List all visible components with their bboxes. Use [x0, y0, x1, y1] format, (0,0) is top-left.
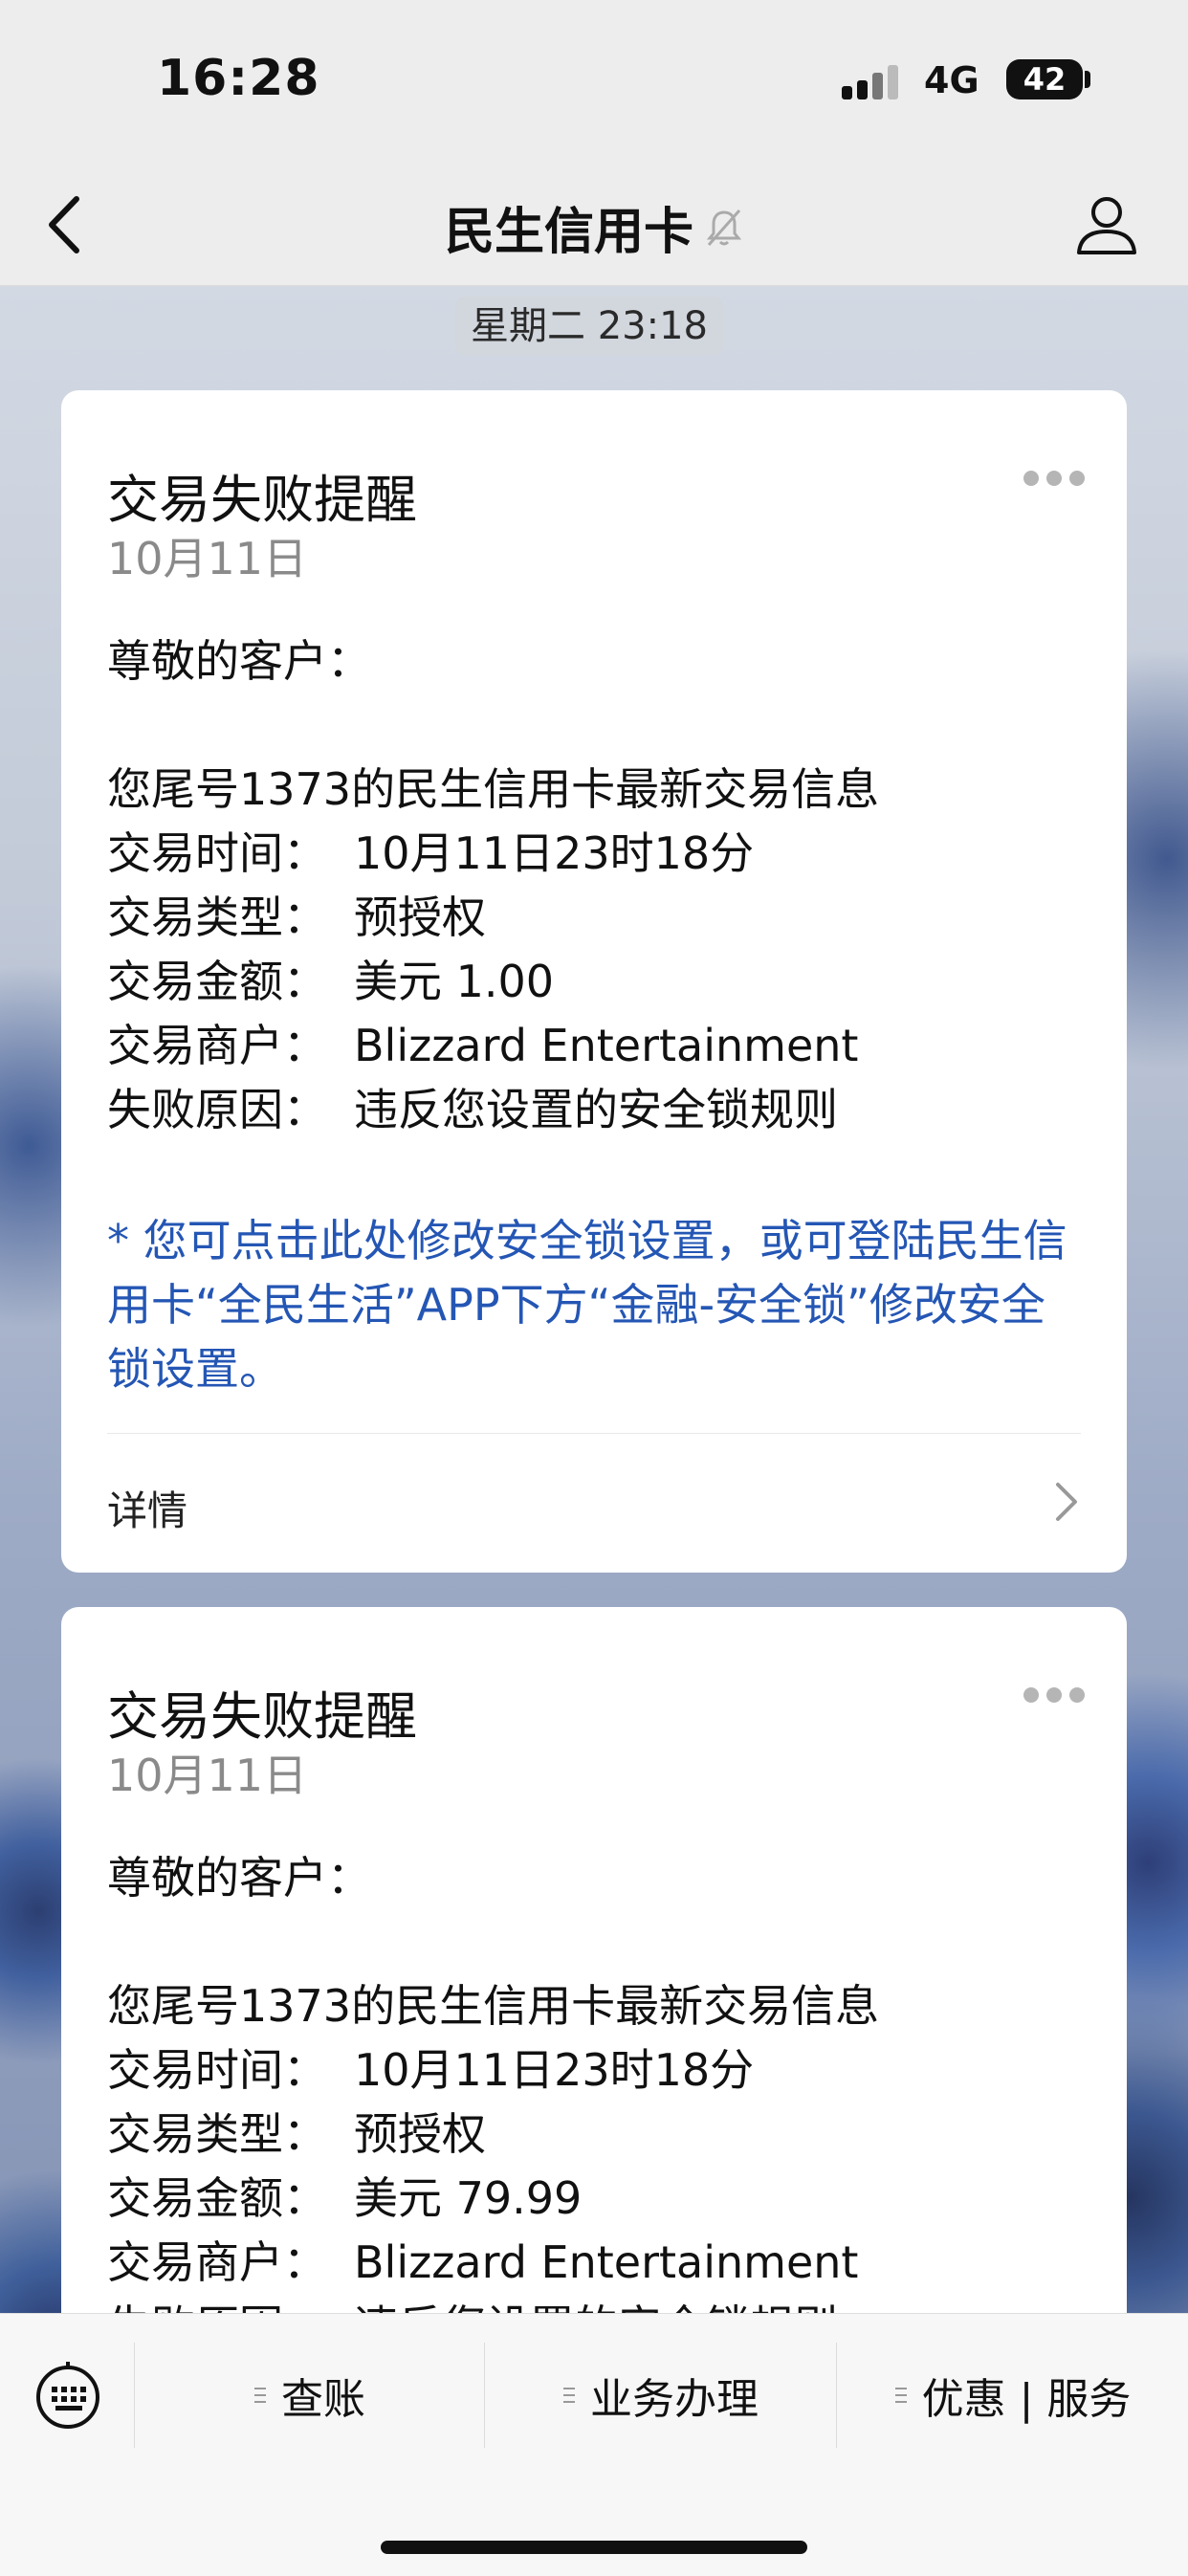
card-title: 交易失败提醒: [107, 470, 417, 530]
field-row: 交易商户： Blizzard Entertainment: [107, 1014, 879, 1078]
card-body: 尊敬的客户： 您尾号1373的民生信用卡最新交易信息 交易时间： 10月11日23…: [107, 629, 879, 1142]
field-row: 交易商户： Blizzard Entertainment: [107, 2231, 879, 2295]
field-row: 交易时间： 10月11日23时18分: [107, 822, 879, 886]
menu-item-label: 查账: [281, 2375, 365, 2424]
divider: [107, 1433, 1081, 1434]
field-row: 失败原因： 违反您设置的安全锁规则: [107, 1078, 879, 1142]
field-value: Blizzard Entertainment: [354, 2236, 859, 2288]
field-label: 交易类型：: [107, 892, 327, 943]
card-date: 10月11日: [107, 1750, 308, 1801]
field-value: 美元 79.99: [354, 2172, 583, 2224]
status-bar: 16:28 4G 42: [0, 0, 1188, 163]
more-dots-icon[interactable]: [1023, 471, 1085, 486]
message-card[interactable]: 交易失败提醒 10月11日 尊敬的客户： 您尾号1373的民生信用卡最新交易信息…: [61, 390, 1127, 1573]
chat-title-inner: 民生信用卡: [445, 191, 743, 263]
detail-link[interactable]: 详情: [107, 1479, 187, 1537]
greeting: 尊敬的客户：: [107, 1852, 371, 1904]
field-value: 违反您设置的安全锁规则: [354, 1084, 838, 1135]
bell-muted-icon: [706, 209, 742, 246]
more-dots-icon[interactable]: [1023, 1687, 1085, 1703]
nav-bar: 民生信用卡: [0, 163, 1188, 286]
card-body: 尊敬的客户： 您尾号1373的民生信用卡最新交易信息 交易时间： 10月11日23…: [107, 1846, 879, 2359]
field-label: 交易商户：: [107, 1020, 327, 1071]
intro: 您尾号1373的民生信用卡最新交易信息: [107, 763, 880, 815]
person-icon[interactable]: [1073, 191, 1140, 258]
network-type: 4G: [924, 59, 979, 101]
field-value: 10月11日23时18分: [354, 2044, 755, 2096]
security-lock-link[interactable]: * 您可点击此处修改安全锁设置，或可登陆民生信用卡“全民生活”APP下方“金融-…: [107, 1209, 1083, 1401]
chevron-right-icon[interactable]: [1054, 1481, 1079, 1523]
field-value: 预授权: [354, 2108, 486, 2160]
menu-lines-icon: [254, 2388, 266, 2403]
field-row: 交易类型： 预授权: [107, 2103, 879, 2167]
field-value: Blizzard Entertainment: [354, 1020, 859, 1071]
field-label: 交易金额：: [107, 956, 327, 1007]
message-card[interactable]: 交易失败提醒 10月11日 尊敬的客户： 您尾号1373的民生信用卡最新交易信息…: [61, 1607, 1127, 2391]
home-indicator[interactable]: [381, 2541, 807, 2554]
battery-tip: [1085, 71, 1090, 88]
message-timestamp: 星期二 23:18: [455, 297, 723, 356]
field-label: 交易金额：: [107, 2172, 327, 2224]
status-time: 16:28: [157, 50, 320, 107]
field-value: 美元 1.00: [354, 956, 555, 1007]
bottom-menu-bar: 查账 业务办理 优惠 | 服务: [0, 2313, 1188, 2576]
field-label: 交易商户：: [107, 2236, 327, 2288]
menu-item-label: 业务办理: [590, 2375, 759, 2424]
field-row: 交易类型： 预授权: [107, 886, 879, 950]
card-title: 交易失败提醒: [107, 1686, 417, 1747]
field-label: 交易类型：: [107, 2108, 327, 2160]
field-value: 10月11日23时18分: [354, 827, 755, 879]
field-row: 交易时间： 10月11日23时18分: [107, 2038, 879, 2103]
menu-item-label: 优惠 | 服务: [921, 2375, 1132, 2424]
keyboard-icon[interactable]: [33, 2360, 103, 2431]
field-label: 失败原因：: [107, 1084, 327, 1135]
field-label: 交易时间：: [107, 827, 327, 879]
signal-icon: [842, 61, 913, 99]
field-row: 交易金额： 美元 79.99: [107, 2167, 879, 2231]
menu-lines-icon: [894, 2388, 907, 2403]
chat-title: 民生信用卡: [444, 204, 693, 261]
card-date: 10月11日: [107, 533, 308, 584]
field-label: 交易时间：: [107, 2044, 327, 2096]
menu-lines-icon: [563, 2388, 575, 2403]
chat-title-wrap: 民生信用卡: [0, 191, 1188, 263]
battery-icon: 42: [1006, 59, 1083, 99]
field-value: 预授权: [354, 892, 486, 943]
intro: 您尾号1373的民生信用卡最新交易信息: [107, 1980, 880, 2032]
menu-item-business[interactable]: 业务办理: [484, 2343, 836, 2448]
menu-item-offers[interactable]: 优惠 | 服务: [836, 2343, 1188, 2448]
field-row: 交易金额： 美元 1.00: [107, 950, 879, 1014]
menu-item-statement[interactable]: 查账: [134, 2343, 484, 2448]
greeting: 尊敬的客户：: [107, 635, 371, 687]
